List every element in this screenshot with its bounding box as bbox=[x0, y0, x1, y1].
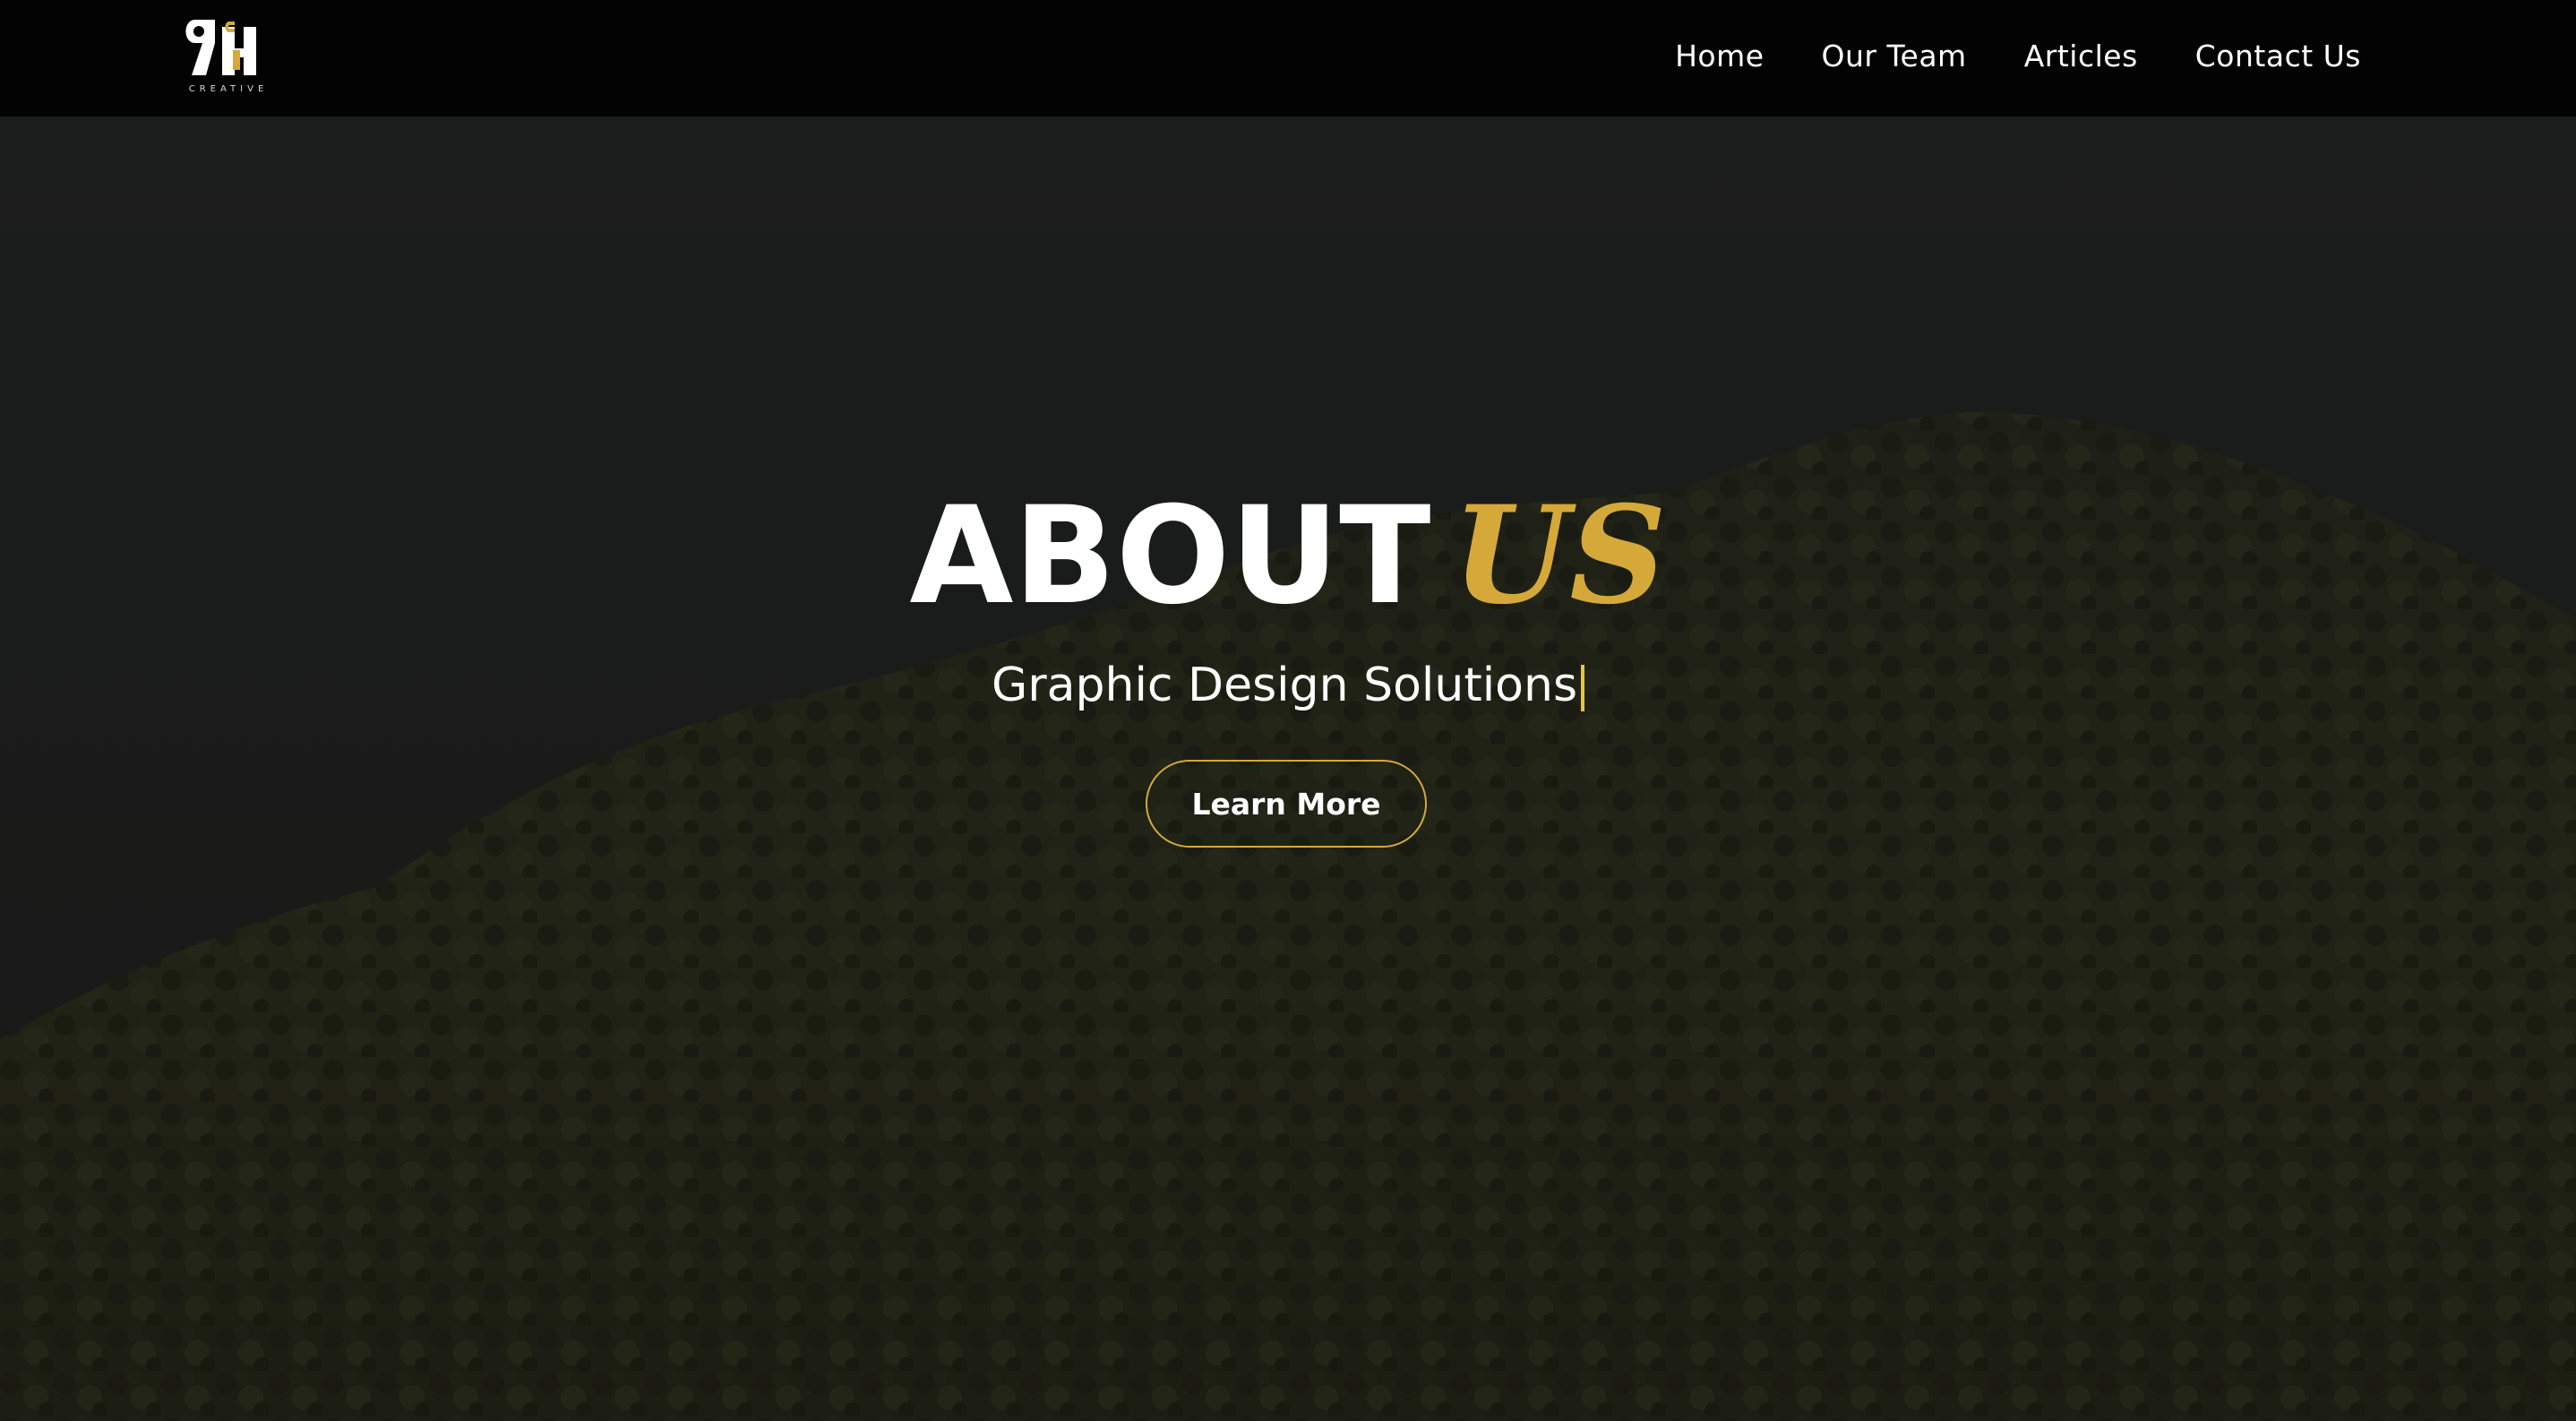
site-header: CREATIVE Home Our Team Articles Contact … bbox=[0, 0, 2576, 116]
nav-item-articles[interactable]: Articles bbox=[2024, 39, 2138, 73]
typing-caret bbox=[1581, 665, 1585, 711]
nav-item-contact-us[interactable]: Contact Us bbox=[2195, 39, 2361, 73]
learn-more-button[interactable]: Learn More bbox=[1146, 760, 1427, 848]
nav-item-home[interactable]: Home bbox=[1675, 39, 1764, 73]
hero-subtitle-text: Graphic Design Solutions bbox=[991, 659, 1578, 712]
hero-subtitle: Graphic Design Solutions bbox=[0, 654, 2576, 717]
nav-item-our-team[interactable]: Our Team bbox=[1822, 39, 1967, 73]
hero-content: ABOUT US Graphic Design Solutions Learn M… bbox=[0, 116, 2576, 1421]
hero-section: ABOUT US Graphic Design Solutions Learn M… bbox=[0, 116, 2576, 1421]
page-title-main: ABOUT bbox=[909, 478, 1431, 634]
logo-wordmark: CREATIVE bbox=[188, 84, 269, 94]
page-title: ABOUT US bbox=[0, 475, 2576, 637]
page: CREATIVE Home Our Team Articles Contact … bbox=[0, 0, 2576, 1421]
site-logo[interactable]: CREATIVE bbox=[179, 13, 278, 102]
main-nav: Home Our Team Articles Contact Us bbox=[1675, 0, 2361, 111]
rh-creative-logo-icon bbox=[185, 20, 256, 75]
page-title-accent: US bbox=[1452, 477, 1667, 634]
